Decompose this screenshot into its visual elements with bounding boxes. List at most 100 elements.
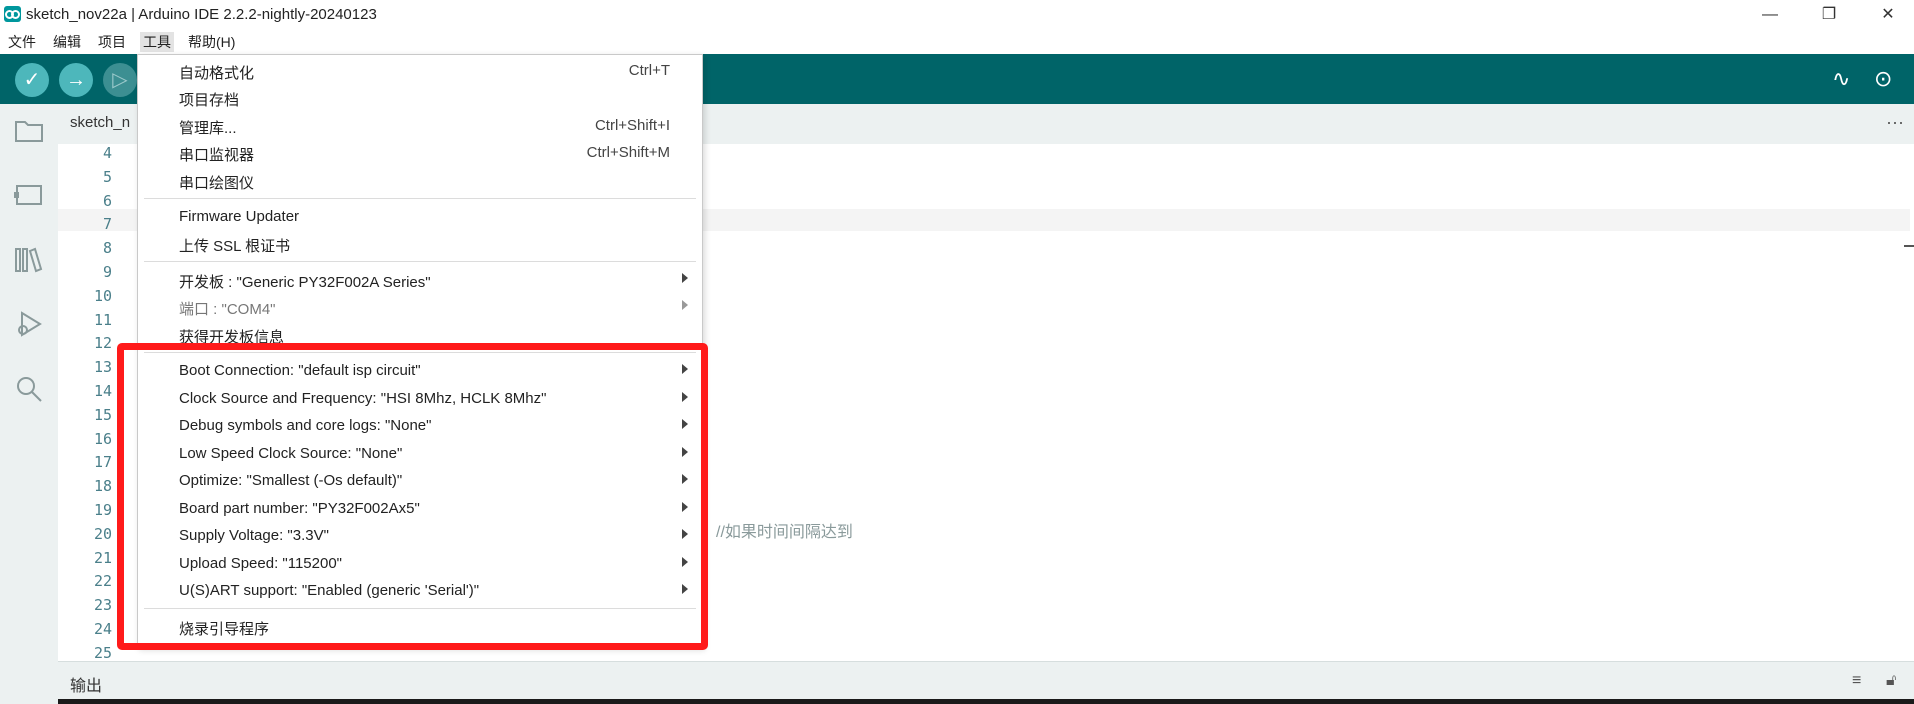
sketchbook-folder-icon[interactable] [13,118,45,150]
lock-scroll-icon[interactable]: 🔓︎ [1886,672,1896,690]
menu-item-usart-support[interactable]: U(S)ART support: "Enabled (generic 'Seri… [138,578,702,604]
menu-item-burn-bootloader[interactable]: 烧录引导程序 [138,614,702,640]
menu-item-label: Firmware Updater [179,208,300,225]
verify-button[interactable]: ✓ [15,63,49,97]
menu-separator [144,608,696,609]
menu-item-boot-connection[interactable]: Boot Connection: "default isp circuit" [138,358,702,384]
menu-item-label: 端口 : "COM4" [179,301,276,318]
menu-bar: 文件 编辑 项目 工具 帮助(H) [0,30,1914,54]
line-number: 11 [93,310,112,329]
menu-item-port[interactable]: 端口 : "COM4" [138,294,702,320]
menu-item-label: 管理库... [179,120,237,137]
menu-item-serial-monitor[interactable]: 串口监视器 Ctrl+Shift+M [138,140,702,166]
debug-button[interactable]: ▷ [103,63,137,97]
menu-item-label: Upload Speed: "115200" [179,554,343,572]
menu-item-label: 烧录引导程序 [179,621,270,638]
submenu-arrow-icon [682,501,688,512]
menu-item-label: Optimize: "Smallest (-Os default)" [179,472,403,489]
menu-item-label: 项目存档 [179,92,240,109]
output-label: 输出 [70,678,103,695]
submenu-arrow-icon [682,364,688,374]
submenu-arrow-icon [682,474,688,484]
menu-item-firmware-updater[interactable]: Firmware Updater [138,204,702,230]
search-icon[interactable] [13,374,45,406]
status-bar [58,699,1914,704]
more-actions-icon[interactable]: ··· [1886,112,1904,133]
clear-output-icon[interactable]: ≡ [1852,672,1861,690]
activity-sidebar [0,104,58,704]
serial-monitor-icon[interactable]: ⊙ [1874,66,1892,92]
menu-file[interactable]: 文件 [5,32,39,52]
menu-item-auto-format[interactable]: 自动格式化 Ctrl+T [138,58,702,84]
menu-item-low-speed-clock[interactable]: Low Speed Clock Source: "None" [138,441,702,467]
window-title: sketch_nov22a | Arduino IDE 2.2.2-nightl… [26,6,377,23]
line-number: 5 [102,167,112,186]
menu-item-label: Board part number: "PY32F002Ax5" [179,499,420,517]
line-number: 19 [93,501,112,519]
line-number: 9 [102,263,112,281]
submenu-arrow-icon [682,273,688,283]
menu-separator [144,198,696,199]
submenu-arrow-icon [682,584,688,594]
line-number: 4 [102,144,112,162]
submenu-arrow-icon [682,300,688,310]
serial-plotter-icon[interactable]: ∿ [1832,66,1850,92]
code-comment: //如果时间间隔达到 [716,524,853,541]
menu-item-upload-speed[interactable]: Upload Speed: "115200" [138,551,702,577]
menu-item-label: 串口监视器 [179,147,255,164]
menu-tools[interactable]: 工具 [140,32,174,52]
menu-sketch[interactable]: 项目 [95,32,129,52]
line-number: 21 [93,548,112,567]
line-number: 13 [93,358,112,377]
menu-item-board-part-number[interactable]: Board part number: "PY32F002Ax5" [138,496,702,522]
menu-item-label: U(S)ART support: "Enabled (generic 'Seri… [179,582,480,599]
close-button[interactable]: ✕ [1874,4,1902,26]
menu-item-upload-ssl-certificates[interactable]: 上传 SSL 根证书 [138,231,702,257]
line-number: 25 [93,643,112,662]
menu-help[interactable]: 帮助(H) [185,32,238,52]
line-number: 12 [93,334,112,353]
menu-item-label: Low Speed Clock Source: "None" [179,444,403,462]
menu-item-label: 开发板 : "Generic PY32F002A Series" [179,274,431,291]
line-number: 15 [93,405,112,424]
line-number: 18 [93,477,112,496]
menu-item-label: 获得开发板信息 [179,329,285,346]
menu-edit[interactable]: 编辑 [50,32,84,52]
tools-menu-dropdown: 自动格式化 Ctrl+T 项目存档 管理库... Ctrl+Shift+I 串口… [137,54,703,648]
menu-item-shortcut: Ctrl+Shift+M [586,144,670,161]
menu-item-shortcut: Ctrl+T [628,62,670,79]
submenu-arrow-icon [682,419,688,429]
submenu-arrow-icon [682,446,688,457]
menu-item-label: 自动格式化 [179,65,255,82]
menu-item-shortcut: Ctrl+Shift+I [594,117,670,134]
boards-manager-icon[interactable] [13,182,45,214]
menu-item-archive-sketch[interactable]: 项目存档 [138,85,702,111]
upload-button[interactable]: → [59,63,93,97]
library-manager-icon[interactable] [13,246,45,278]
menu-item-board-info[interactable]: 获得开发板信息 [138,322,702,348]
menu-item-label: 上传 SSL 根证书 [179,238,291,255]
line-number: 16 [93,429,112,448]
menu-item-label: Clock Source and Frequency: "HSI 8Mhz, H… [179,389,547,407]
line-number: 24 [93,620,112,638]
line-number: 23 [93,596,112,615]
menu-item-supply-voltage[interactable]: Supply Voltage: "3.3V" [138,523,702,549]
output-panel-header: 输出 ≡ 🔓︎ [58,661,1914,700]
line-number: 7 [102,215,112,234]
menu-item-label: Debug symbols and core logs: "None" [179,417,432,434]
line-number: 10 [93,286,112,305]
tab-sketch[interactable]: sketch_n [70,114,130,131]
menu-item-serial-plotter[interactable]: 串口绘图仪 [138,168,702,194]
minimize-button[interactable]: — [1756,4,1784,26]
line-number: 8 [102,239,112,258]
menu-item-optimize[interactable]: Optimize: "Smallest (-Os default)" [138,468,702,494]
maximize-button[interactable]: ❐ [1815,4,1843,26]
menu-item-clock-source[interactable]: Clock Source and Frequency: "HSI 8Mhz, H… [138,386,702,412]
debug-icon[interactable] [13,310,45,342]
menu-separator [144,352,696,353]
line-number: 6 [102,191,112,210]
menu-item-debug-symbols[interactable]: Debug symbols and core logs: "None" [138,413,702,439]
menu-item-board[interactable]: 开发板 : "Generic PY32F002A Series" [138,267,702,293]
menu-item-manage-libraries[interactable]: 管理库... Ctrl+Shift+I [138,113,702,139]
scrollbar-indicator[interactable] [1904,245,1914,247]
